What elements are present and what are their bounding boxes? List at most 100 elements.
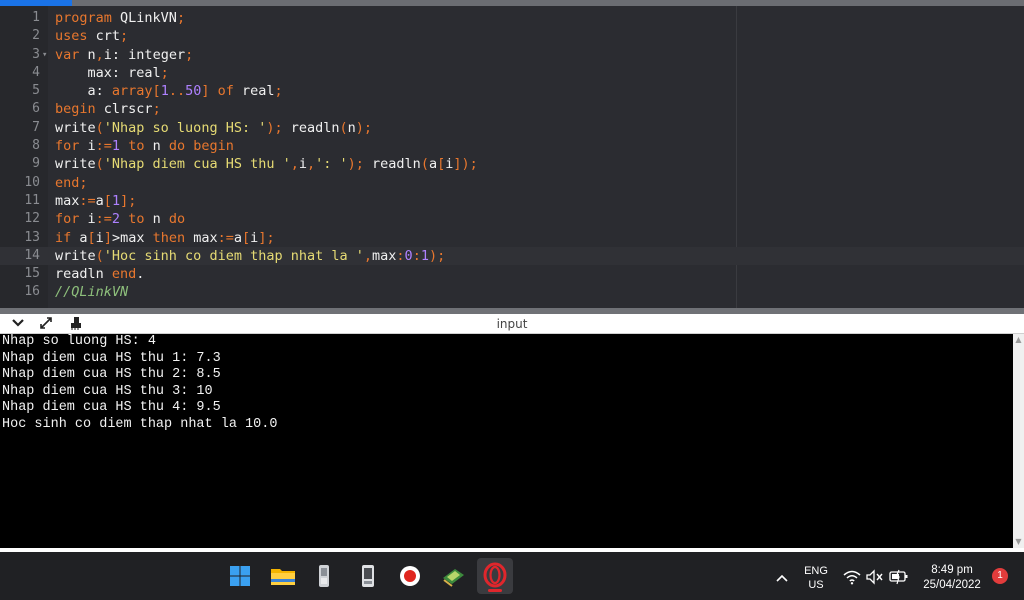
taskbar: ENG US 8:49 pm 25/04/2022: [0, 552, 1024, 600]
console-scrollbar[interactable]: ▲ ▼: [1013, 334, 1024, 548]
code-token: ,: [363, 247, 373, 264]
code-token: :: [396, 247, 405, 264]
code-line[interactable]: 4 max: real;: [0, 64, 1024, 82]
code-token: .: [136, 266, 145, 283]
record-icon[interactable]: [392, 558, 428, 594]
console-line: Nhap diem cua HS thu 1: 7.3: [2, 350, 221, 366]
code-token: (: [420, 156, 429, 173]
code-text: uses crt;: [55, 27, 128, 45]
chevron-down-icon[interactable]: [10, 316, 26, 332]
code-line[interactable]: 16 //QLinkVN: [0, 283, 1024, 301]
code-token: a: [428, 156, 438, 173]
code-token: (: [339, 119, 348, 136]
code-token: ;: [152, 101, 161, 118]
code-token: of: [217, 83, 243, 100]
code-token: end: [55, 174, 80, 191]
code-token: );: [347, 156, 373, 173]
code-token: a: [95, 192, 104, 209]
line-number: 11: [24, 192, 40, 208]
code-token: );: [428, 247, 446, 264]
phone-link-icon[interactable]: [306, 558, 342, 594]
code-token: :=: [95, 211, 112, 228]
code-line[interactable]: 6 begin clrscr;: [0, 100, 1024, 118]
code-token: max: [372, 247, 397, 264]
code-token: do: [168, 211, 186, 228]
code-token: ;: [185, 46, 194, 63]
line-number: 9: [32, 156, 40, 172]
wifi-icon[interactable]: [843, 569, 861, 585]
scroll-down-icon[interactable]: ▼: [1013, 536, 1024, 548]
mobile-app-icon[interactable]: [350, 558, 386, 594]
code-line[interactable]: 9 write('Nhap diem cua HS thu ',i,': '); …: [0, 155, 1024, 173]
code-line[interactable]: 5 a: array[1..50] of real;: [0, 82, 1024, 100]
code-text: for i:=1 to n do begin: [55, 137, 234, 155]
expand-icon[interactable]: [38, 316, 54, 332]
code-token: to: [120, 138, 153, 155]
code-token: ,: [307, 156, 316, 173]
code-token: i: [95, 229, 104, 246]
code-text: var n,i: integer;: [55, 46, 193, 64]
line-number: 15: [24, 266, 40, 282]
opera-icon[interactable]: [477, 558, 513, 594]
fold-toggle-icon[interactable]: ▾: [42, 46, 47, 64]
clear-icon[interactable]: [68, 316, 84, 332]
line-number: 4: [32, 64, 40, 80]
code-line[interactable]: 11 max:=a[1];: [0, 192, 1024, 210]
code-token: );: [266, 119, 291, 136]
code-token: 1: [111, 138, 121, 155]
language-code: ENG: [804, 565, 828, 577]
code-token: a:: [55, 83, 112, 100]
code-text: write('Nhap diem cua HS thu ',i,': '); r…: [55, 155, 478, 173]
line-number: 16: [24, 284, 40, 300]
code-token: end: [111, 266, 137, 283]
code-token: do begin: [168, 138, 234, 155]
console-line: Nhap diem cua HS thu 4: 9.5: [2, 400, 221, 416]
code-line[interactable]: 7 write('Nhap so luong HS: '); readln(n);: [0, 119, 1024, 137]
code-token: ': ': [315, 156, 348, 173]
language-indicator[interactable]: ENG US: [798, 564, 834, 592]
code-line[interactable]: 8 for i:=1 to n do begin: [0, 137, 1024, 155]
code-text: write('Nhap so luong HS: '); readln(n);: [55, 119, 372, 137]
code-line[interactable]: 13 if a[i]>max then max:=a[i];: [0, 229, 1024, 247]
clock[interactable]: 8:49 pm 25/04/2022: [914, 563, 990, 593]
code-line[interactable]: 15 readln end.: [0, 265, 1024, 283]
code-token: :=: [217, 229, 234, 246]
code-editor[interactable]: 1 program QLinkVN; 2 uses crt; 3 ▾ var n,i: in…: [0, 6, 1024, 308]
console-output[interactable]: Nhap so luong HS: 4 Nhap diem cua HS thu …: [0, 334, 1013, 548]
volume-muted-icon[interactable]: [866, 569, 884, 585]
code-line[interactable]: 1 program QLinkVN;: [0, 9, 1024, 27]
code-token: ;: [160, 64, 169, 81]
chip-app-icon[interactable]: [435, 558, 471, 594]
code-text: readln end.: [55, 265, 144, 283]
console-line: Hoc sinh co diem thap nhat la 10.0: [2, 416, 278, 432]
code-token: ]: [103, 229, 112, 246]
windows-start-icon[interactable]: [222, 558, 258, 594]
scroll-up-icon[interactable]: ▲: [1013, 334, 1024, 346]
file-explorer-icon[interactable]: [265, 558, 301, 594]
code-line[interactable]: 10 end;: [0, 174, 1024, 192]
code-text: end;: [55, 174, 88, 192]
chevron-up-icon[interactable]: [774, 570, 790, 584]
line-number: 3: [32, 46, 40, 62]
battery-icon[interactable]: [889, 569, 909, 585]
code-token: max: real: [55, 64, 161, 81]
code-line[interactable]: 12 for i:=2 to n do: [0, 210, 1024, 228]
code-token: readln: [55, 266, 112, 283]
console-line: Nhap diem cua HS thu 3: 10: [2, 383, 213, 399]
code-line[interactable]: 14 write('Hoc sinh co diem thap nhat la '…: [0, 246, 1024, 266]
code-token: [: [152, 83, 161, 100]
code-token: >max: [111, 229, 153, 246]
line-number: 5: [32, 83, 40, 99]
code-text: a: array[1..50] of real;: [55, 82, 283, 100]
code-lines[interactable]: 1 program QLinkVN; 2 uses crt; 3 ▾ var n,i: in…: [0, 9, 1024, 302]
code-token: i: [87, 138, 96, 155]
code-token: :: [412, 247, 421, 264]
panel-title: input: [496, 317, 528, 331]
code-text: program QLinkVN;: [55, 9, 185, 27]
code-token: [: [242, 229, 251, 246]
code-line[interactable]: 2 uses crt;: [0, 27, 1024, 45]
code-token: write: [55, 247, 96, 264]
notification-badge[interactable]: 1: [992, 568, 1008, 584]
code-token: [: [103, 192, 112, 209]
code-line[interactable]: 3 ▾ var n,i: integer;: [0, 46, 1024, 64]
